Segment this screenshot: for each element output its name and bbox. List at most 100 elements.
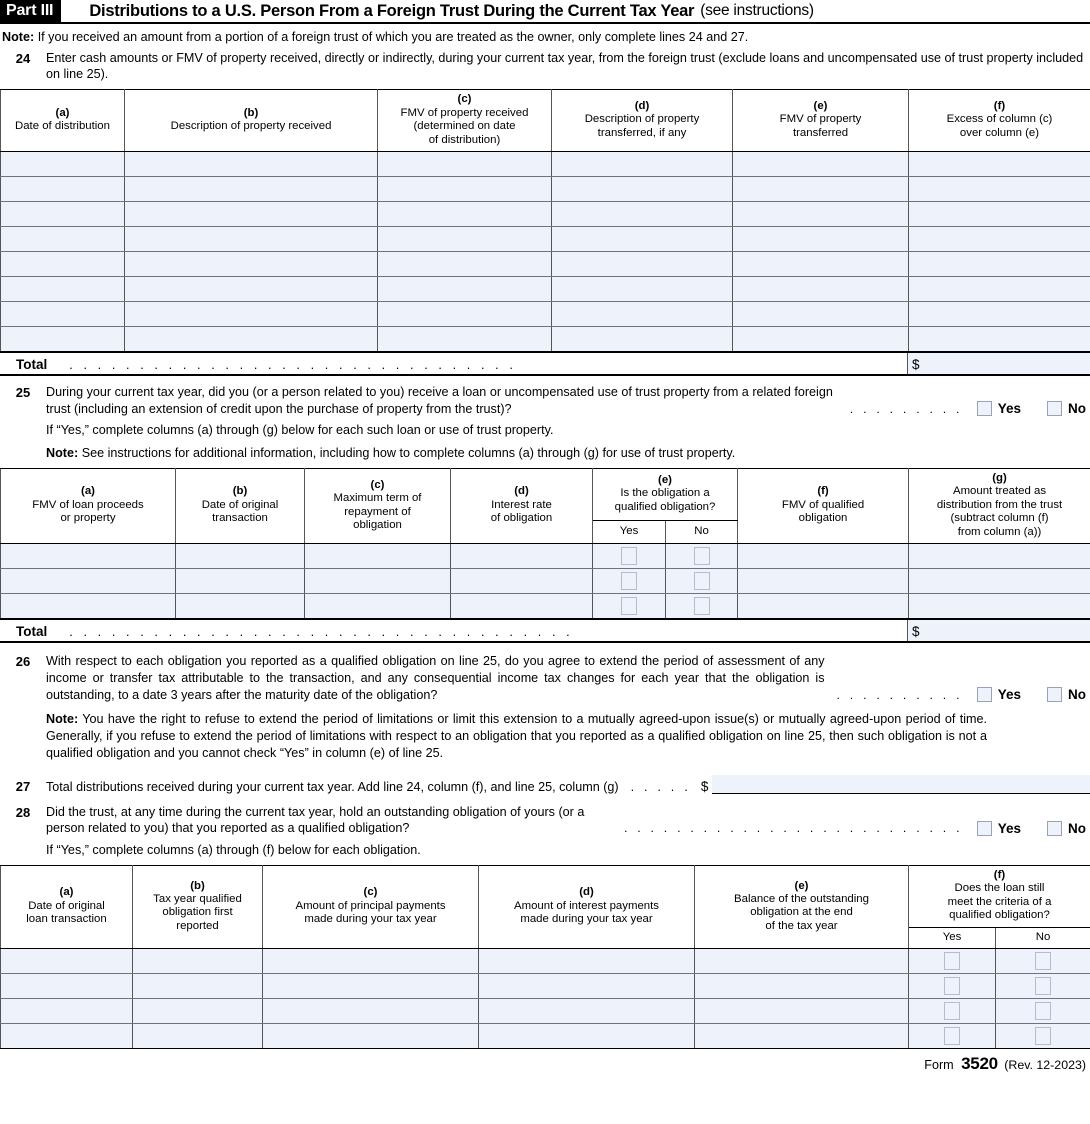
table-cell[interactable] (262, 998, 479, 1025)
line-28-yes-checkbox[interactable] (976, 820, 992, 836)
table-cell[interactable] (0, 593, 176, 620)
checkbox-cell[interactable] (592, 593, 666, 620)
checkbox-cell[interactable] (908, 1023, 996, 1050)
checkbox-cell[interactable] (995, 973, 1090, 1000)
checkbox-cell[interactable] (995, 1023, 1090, 1050)
table-cell[interactable] (732, 276, 909, 303)
table-cell[interactable] (175, 593, 305, 620)
table-cell[interactable] (304, 593, 451, 620)
row-no-checkbox[interactable] (1035, 1002, 1051, 1021)
table-cell[interactable] (732, 251, 909, 278)
line-24-total-input[interactable]: $ (908, 353, 1090, 375)
table-cell[interactable] (694, 973, 909, 1000)
row-yes-checkbox[interactable] (621, 547, 637, 566)
table-cell[interactable] (124, 326, 378, 353)
table-cell[interactable] (478, 998, 695, 1025)
row-no-checkbox[interactable] (1035, 977, 1051, 996)
table-cell[interactable] (124, 301, 378, 328)
table-cell[interactable] (732, 301, 909, 328)
table-cell[interactable] (478, 1023, 695, 1050)
table-cell[interactable] (551, 276, 733, 303)
table-cell[interactable] (908, 543, 1090, 570)
table-cell[interactable] (908, 301, 1090, 328)
row-no-checkbox[interactable] (1035, 952, 1051, 971)
table-cell[interactable] (908, 568, 1090, 595)
table-cell[interactable] (124, 226, 378, 253)
table-cell[interactable] (737, 593, 910, 620)
row-yes-checkbox[interactable] (621, 597, 637, 616)
table-cell[interactable] (132, 1023, 263, 1050)
table-cell[interactable] (124, 176, 378, 203)
table-cell[interactable] (908, 176, 1090, 203)
table-cell[interactable] (732, 176, 909, 203)
row-no-checkbox[interactable] (693, 597, 710, 616)
table-cell[interactable] (0, 276, 125, 303)
table-cell[interactable] (694, 1023, 909, 1050)
line-27-amount-input[interactable] (712, 774, 1090, 794)
table-cell[interactable] (124, 276, 378, 303)
table-cell[interactable] (377, 276, 552, 303)
table-cell[interactable] (450, 593, 593, 620)
line-28-no-checkbox[interactable] (1047, 820, 1062, 836)
line-25-total-input[interactable]: $ (908, 620, 1090, 642)
table-cell[interactable] (908, 593, 1090, 620)
table-cell[interactable] (377, 301, 552, 328)
checkbox-cell[interactable] (592, 568, 666, 595)
table-cell[interactable] (908, 226, 1090, 253)
table-cell[interactable] (450, 568, 593, 595)
table-cell[interactable] (737, 568, 910, 595)
table-cell[interactable] (132, 973, 263, 1000)
table-cell[interactable] (551, 226, 733, 253)
table-cell[interactable] (450, 543, 593, 570)
table-cell[interactable] (304, 543, 451, 570)
table-cell[interactable] (132, 998, 263, 1025)
table-cell[interactable] (737, 543, 910, 570)
checkbox-cell[interactable] (908, 998, 996, 1025)
row-yes-checkbox[interactable] (944, 977, 960, 996)
checkbox-cell[interactable] (995, 948, 1090, 975)
table-cell[interactable] (0, 176, 125, 203)
table-cell[interactable] (0, 201, 125, 228)
table-cell[interactable] (694, 998, 909, 1025)
line-26-yes-checkbox[interactable] (976, 687, 992, 703)
table-cell[interactable] (0, 998, 133, 1025)
row-yes-checkbox[interactable] (944, 1027, 960, 1046)
row-yes-checkbox[interactable] (621, 572, 637, 591)
table-cell[interactable] (0, 1023, 133, 1050)
table-cell[interactable] (0, 568, 176, 595)
checkbox-cell[interactable] (995, 998, 1090, 1025)
table-cell[interactable] (262, 973, 479, 1000)
line-26-no-checkbox[interactable] (1047, 687, 1062, 703)
checkbox-cell[interactable] (592, 543, 666, 570)
table-cell[interactable] (551, 251, 733, 278)
table-cell[interactable] (908, 251, 1090, 278)
table-cell[interactable] (124, 151, 378, 178)
checkbox-cell[interactable] (664, 593, 739, 620)
row-no-checkbox[interactable] (1035, 1027, 1051, 1046)
table-cell[interactable] (0, 948, 133, 975)
table-cell[interactable] (0, 543, 176, 570)
table-cell[interactable] (262, 948, 479, 975)
table-cell[interactable] (908, 276, 1090, 303)
table-cell[interactable] (551, 326, 733, 353)
table-cell[interactable] (175, 543, 305, 570)
table-cell[interactable] (0, 226, 125, 253)
table-cell[interactable] (732, 151, 909, 178)
table-cell[interactable] (377, 226, 552, 253)
table-cell[interactable] (908, 326, 1090, 353)
table-cell[interactable] (478, 948, 695, 975)
row-yes-checkbox[interactable] (944, 1002, 960, 1021)
row-no-checkbox[interactable] (693, 572, 710, 591)
table-cell[interactable] (377, 176, 552, 203)
table-cell[interactable] (908, 151, 1090, 178)
table-cell[interactable] (551, 301, 733, 328)
table-cell[interactable] (262, 1023, 479, 1050)
table-cell[interactable] (124, 201, 378, 228)
row-yes-checkbox[interactable] (944, 952, 960, 971)
checkbox-cell[interactable] (664, 543, 739, 570)
table-cell[interactable] (0, 151, 125, 178)
table-cell[interactable] (694, 948, 909, 975)
row-no-checkbox[interactable] (693, 547, 710, 566)
table-cell[interactable] (551, 151, 733, 178)
table-cell[interactable] (175, 568, 305, 595)
